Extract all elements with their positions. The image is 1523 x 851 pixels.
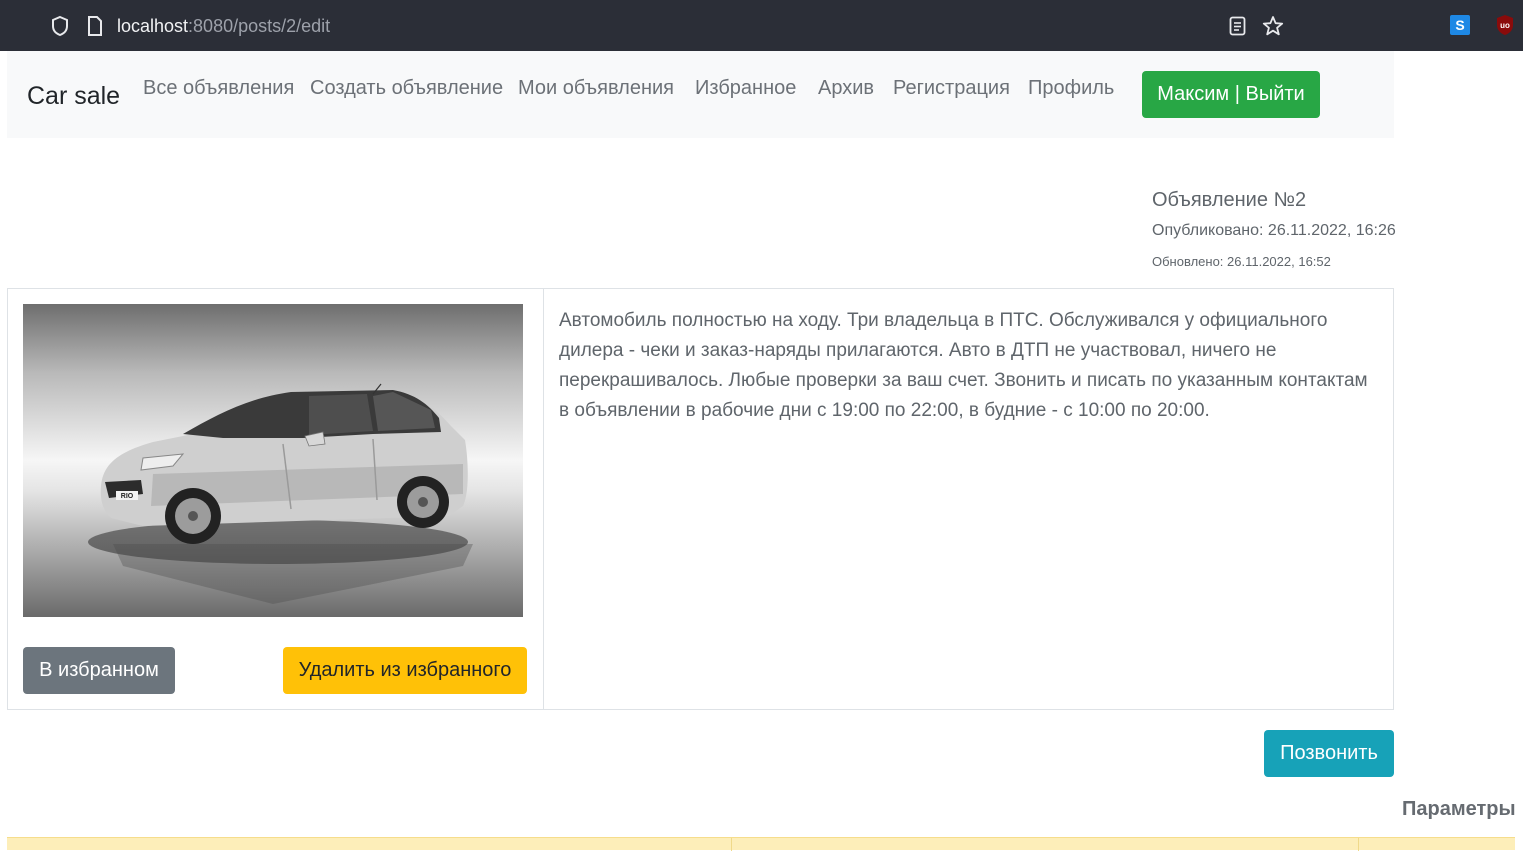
- address-bar[interactable]: localhost:8080/posts/2/edit: [117, 15, 330, 37]
- url-path: :8080/posts/2/edit: [188, 16, 331, 36]
- params-heading: Параметры: [1402, 798, 1516, 820]
- params-table-header: [7, 837, 1515, 851]
- post-updated-date: Обновлено: 26.11.2022, 16:52: [1152, 254, 1331, 269]
- nav-link-profile[interactable]: Профиль: [1028, 76, 1114, 100]
- navbar-brand[interactable]: Car sale: [27, 81, 120, 111]
- ublock-icon[interactable]: uo: [1495, 14, 1515, 36]
- photo-badge: RIO: [121, 493, 134, 500]
- post-title: Объявление №2: [1152, 189, 1307, 211]
- in-favorites-button[interactable]: В избранном: [23, 647, 175, 694]
- s-extension-icon[interactable]: S: [1450, 15, 1470, 35]
- post-published-date: Опубликовано: 26.11.2022, 16:26: [1152, 222, 1396, 239]
- nav-link-archive[interactable]: Архив: [818, 76, 874, 100]
- reader-view-icon[interactable]: [1229, 16, 1246, 36]
- svg-text:S: S: [1455, 17, 1464, 33]
- table-column-divider: [1358, 838, 1359, 851]
- remove-from-favorites-button[interactable]: Удалить из избранного: [283, 647, 527, 694]
- logout-button[interactable]: Максим | Выйти: [1142, 71, 1320, 118]
- navbar: Car sale Все объявления Создать объявлен…: [7, 51, 1394, 138]
- post-card: RIO В избранном Удалить из избранного Ав…: [7, 288, 1394, 710]
- card-divider: [543, 289, 544, 709]
- post-description: Автомобиль полностью на ходу. Три владел…: [559, 310, 1368, 421]
- browser-toolbar: localhost:8080/posts/2/edit S uo: [0, 0, 1523, 51]
- car-photo: RIO: [23, 304, 523, 617]
- nav-link-create-post[interactable]: Создать объявление: [310, 76, 503, 100]
- page-icon: [88, 16, 102, 36]
- svg-text:uo: uo: [1500, 21, 1510, 30]
- table-column-divider: [731, 838, 732, 851]
- nav-link-all-posts[interactable]: Все объявления: [143, 76, 294, 100]
- star-bookmark-icon[interactable]: [1262, 15, 1284, 37]
- call-button[interactable]: Позвонить: [1264, 730, 1394, 777]
- shield-icon[interactable]: [50, 15, 70, 37]
- url-host: localhost: [117, 16, 189, 36]
- nav-link-favorites[interactable]: Избранное: [695, 76, 796, 100]
- nav-link-my-posts[interactable]: Мои объявления: [518, 76, 674, 100]
- nav-link-registration[interactable]: Регистрация: [893, 76, 1010, 100]
